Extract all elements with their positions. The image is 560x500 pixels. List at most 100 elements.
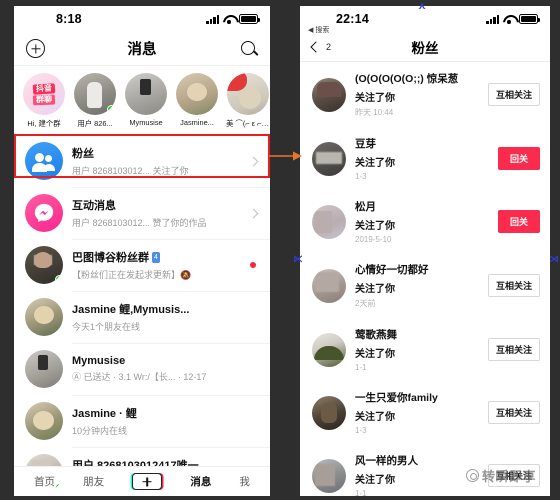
list-item[interactable]: Jasmine · 鲤 10分钟内在线: [14, 395, 270, 447]
fan-list-item[interactable]: 心情好一切都好 关注了你 2天前 互相关注: [300, 253, 550, 318]
mutual-follow-button[interactable]: 互相关注: [487, 464, 540, 487]
fan-name: 心情好一切都好: [355, 264, 429, 276]
online-dot-icon: [107, 105, 116, 114]
story-avatar-strip[interactable]: 抖音 群聊 Hi, 建个群 用户 826... Mymusise Jasmine…: [14, 66, 270, 135]
avatar: [25, 298, 63, 336]
fan-name: 风一样的男人: [355, 455, 418, 467]
story-label: Mymusise: [129, 118, 163, 127]
tab-home[interactable]: 首页: [34, 474, 55, 489]
fan-list-item[interactable]: 豆芽 关注了你 1-3 回关: [300, 127, 550, 190]
story-label: 用户 826...: [77, 119, 113, 128]
fan-name: 莺歌燕舞: [355, 329, 397, 341]
list-item-title: Jasmine 鲤,Mymusis...: [72, 304, 190, 317]
mutual-follow-button[interactable]: 互相关注: [487, 83, 540, 106]
fan-action: 关注了你: [355, 412, 395, 423]
list-item-subtitle: 今天1个朋友在线: [72, 321, 141, 332]
list-item-group[interactable]: 巴图博谷粉丝群 4 【粉丝们正在发起求更新】🔕: [14, 239, 270, 291]
fans-list: (О(О(О(О(О;;) 惊呆葱 关注了你 昨天 10:44 互相关注 豆芽 …: [300, 62, 550, 496]
fan-list-item[interactable]: 松月 关注了你 2019-5-10 回关: [300, 190, 550, 253]
fan-time: 2天前: [355, 299, 376, 308]
chevron-right-icon: [248, 208, 259, 218]
avatar: [74, 73, 116, 115]
signal-bars-icon: [486, 14, 499, 24]
online-dot-icon: [55, 483, 63, 492]
fan-action: 关注了你: [355, 475, 395, 486]
annotation-marker-left: ⋉: [293, 254, 303, 265]
follow-back-button[interactable]: 回关: [497, 210, 540, 233]
plus-box-icon[interactable]: [132, 473, 163, 490]
left-header: 消息: [14, 32, 270, 66]
story-item[interactable]: 用户 826...: [73, 73, 117, 129]
fan-list-item[interactable]: 一生只爱你family 关注了你 1-3 互相关注: [300, 381, 550, 444]
fan-list-item[interactable]: 风一样的男人 关注了你 1-1 互相关注: [300, 444, 550, 496]
fan-name: 一生只爱你family: [355, 392, 438, 404]
avatar: [312, 141, 346, 176]
fan-name: (О(О(О(О(О;;) 惊呆葱: [355, 73, 459, 85]
tab-messages[interactable]: 消息: [190, 474, 211, 489]
list-item-title: Jasmine · 鲤: [72, 408, 137, 421]
phone-left-messages-screen: 8:18 消息 抖音 群聊 Hi, 建个群 用户 826... Mymusise…: [14, 6, 270, 496]
interaction-icon: [25, 194, 63, 232]
page-title: 粉丝: [411, 40, 439, 56]
story-badge-2: 群聊: [32, 94, 56, 105]
annotation-marker-right: ⋊: [549, 254, 559, 265]
story-label: Hi, 建个群: [27, 119, 61, 128]
fan-time: 1-3: [355, 426, 367, 435]
fan-list-item[interactable]: (О(О(О(О(О;;) 惊呆葱 关注了你 昨天 10:44 互相关注: [300, 62, 550, 127]
mutual-follow-button[interactable]: 互相关注: [487, 401, 540, 424]
fans-header: 2 粉丝: [300, 32, 550, 62]
fan-action: 关注了你: [355, 349, 395, 360]
story-item[interactable]: 抖音 群聊 Hi, 建个群: [22, 73, 66, 129]
chevron-left-icon[interactable]: [310, 40, 322, 53]
fan-action: 关注了你: [355, 221, 395, 232]
list-item[interactable]: Mymusise Ⓐ 已送达 · 3.1 Wr:/【长... · 12-17: [14, 343, 270, 395]
list-item-subtitle: 10分钟内在线: [72, 425, 128, 436]
fan-action: 关注了你: [355, 93, 395, 104]
fan-time: 1-1: [355, 489, 367, 496]
list-item-subtitle: 【粉丝们正在发起求更新】🔕: [72, 269, 192, 280]
fan-time: 1-1: [355, 363, 367, 372]
list-item-title: 互动消息: [72, 200, 116, 213]
fans-group-icon: [25, 142, 63, 180]
right-status-time: 22:14: [336, 12, 369, 26]
list-item-title: Mymusise: [72, 355, 126, 368]
fan-time: 1-3: [355, 172, 367, 181]
story-item[interactable]: 美 ⌒(⌐ ε ⌐)⌐ ...: [226, 73, 270, 129]
phone-right-fans-screen: 22:14 ◀ 搜索 2 粉丝 (О(О(О(О(О;;) 惊呆葱 关注了你 昨…: [300, 6, 550, 496]
left-status-bar: 8:18: [14, 6, 270, 32]
fan-time: 昨天 10:44: [355, 108, 394, 117]
wifi-icon: [503, 14, 515, 24]
list-item-title-text: 巴图博谷粉丝群: [72, 252, 149, 265]
status-badge: 4: [152, 251, 160, 263]
annotation-marker-top: ⋏: [418, 1, 427, 12]
page-title: 消息: [127, 42, 157, 58]
list-item-fans[interactable]: 粉丝 用户 8268103012... 关注了你: [14, 135, 270, 187]
avatar: [312, 268, 346, 303]
fan-action: 关注了你: [355, 158, 395, 169]
tab-friends[interactable]: 朋友: [83, 474, 104, 489]
battery-icon: [239, 14, 260, 24]
avatar: [312, 458, 346, 493]
mutual-follow-button[interactable]: 互相关注: [487, 338, 540, 361]
fan-action: 关注了你: [355, 284, 395, 295]
story-item[interactable]: Jasmine...: [175, 73, 219, 129]
tab-profile[interactable]: 我: [239, 474, 250, 489]
annotation-arrow-icon: [269, 151, 302, 161]
online-dot-icon: [55, 275, 63, 284]
bottom-tab-bar: 首页 朋友 消息 我: [14, 466, 270, 496]
message-list: 粉丝 用户 8268103012... 关注了你 互动消息 用户 8268103…: [14, 135, 270, 496]
avatar: [125, 73, 167, 115]
fan-list-item[interactable]: 莺歌燕舞 关注了你 1-1 互相关注: [300, 318, 550, 381]
list-item[interactable]: Jasmine 鲤,Mymusis... 今天1个朋友在线: [14, 291, 270, 343]
follow-back-button[interactable]: 回关: [497, 147, 540, 170]
list-item-subtitle: 用户 8268103012... 关注了你: [72, 165, 189, 176]
avatar: [25, 246, 63, 284]
list-item-interaction[interactable]: 互动消息 用户 8268103012... 赞了你的作品: [14, 187, 270, 239]
search-icon[interactable]: [240, 40, 258, 58]
avatar: [25, 402, 63, 440]
battery-icon: [519, 14, 540, 24]
mutual-follow-button[interactable]: 互相关注: [487, 274, 540, 297]
story-item[interactable]: Mymusise: [124, 73, 168, 129]
plus-circle-icon[interactable]: [26, 39, 45, 58]
list-item-title: 巴图博谷粉丝群 4: [72, 249, 241, 265]
